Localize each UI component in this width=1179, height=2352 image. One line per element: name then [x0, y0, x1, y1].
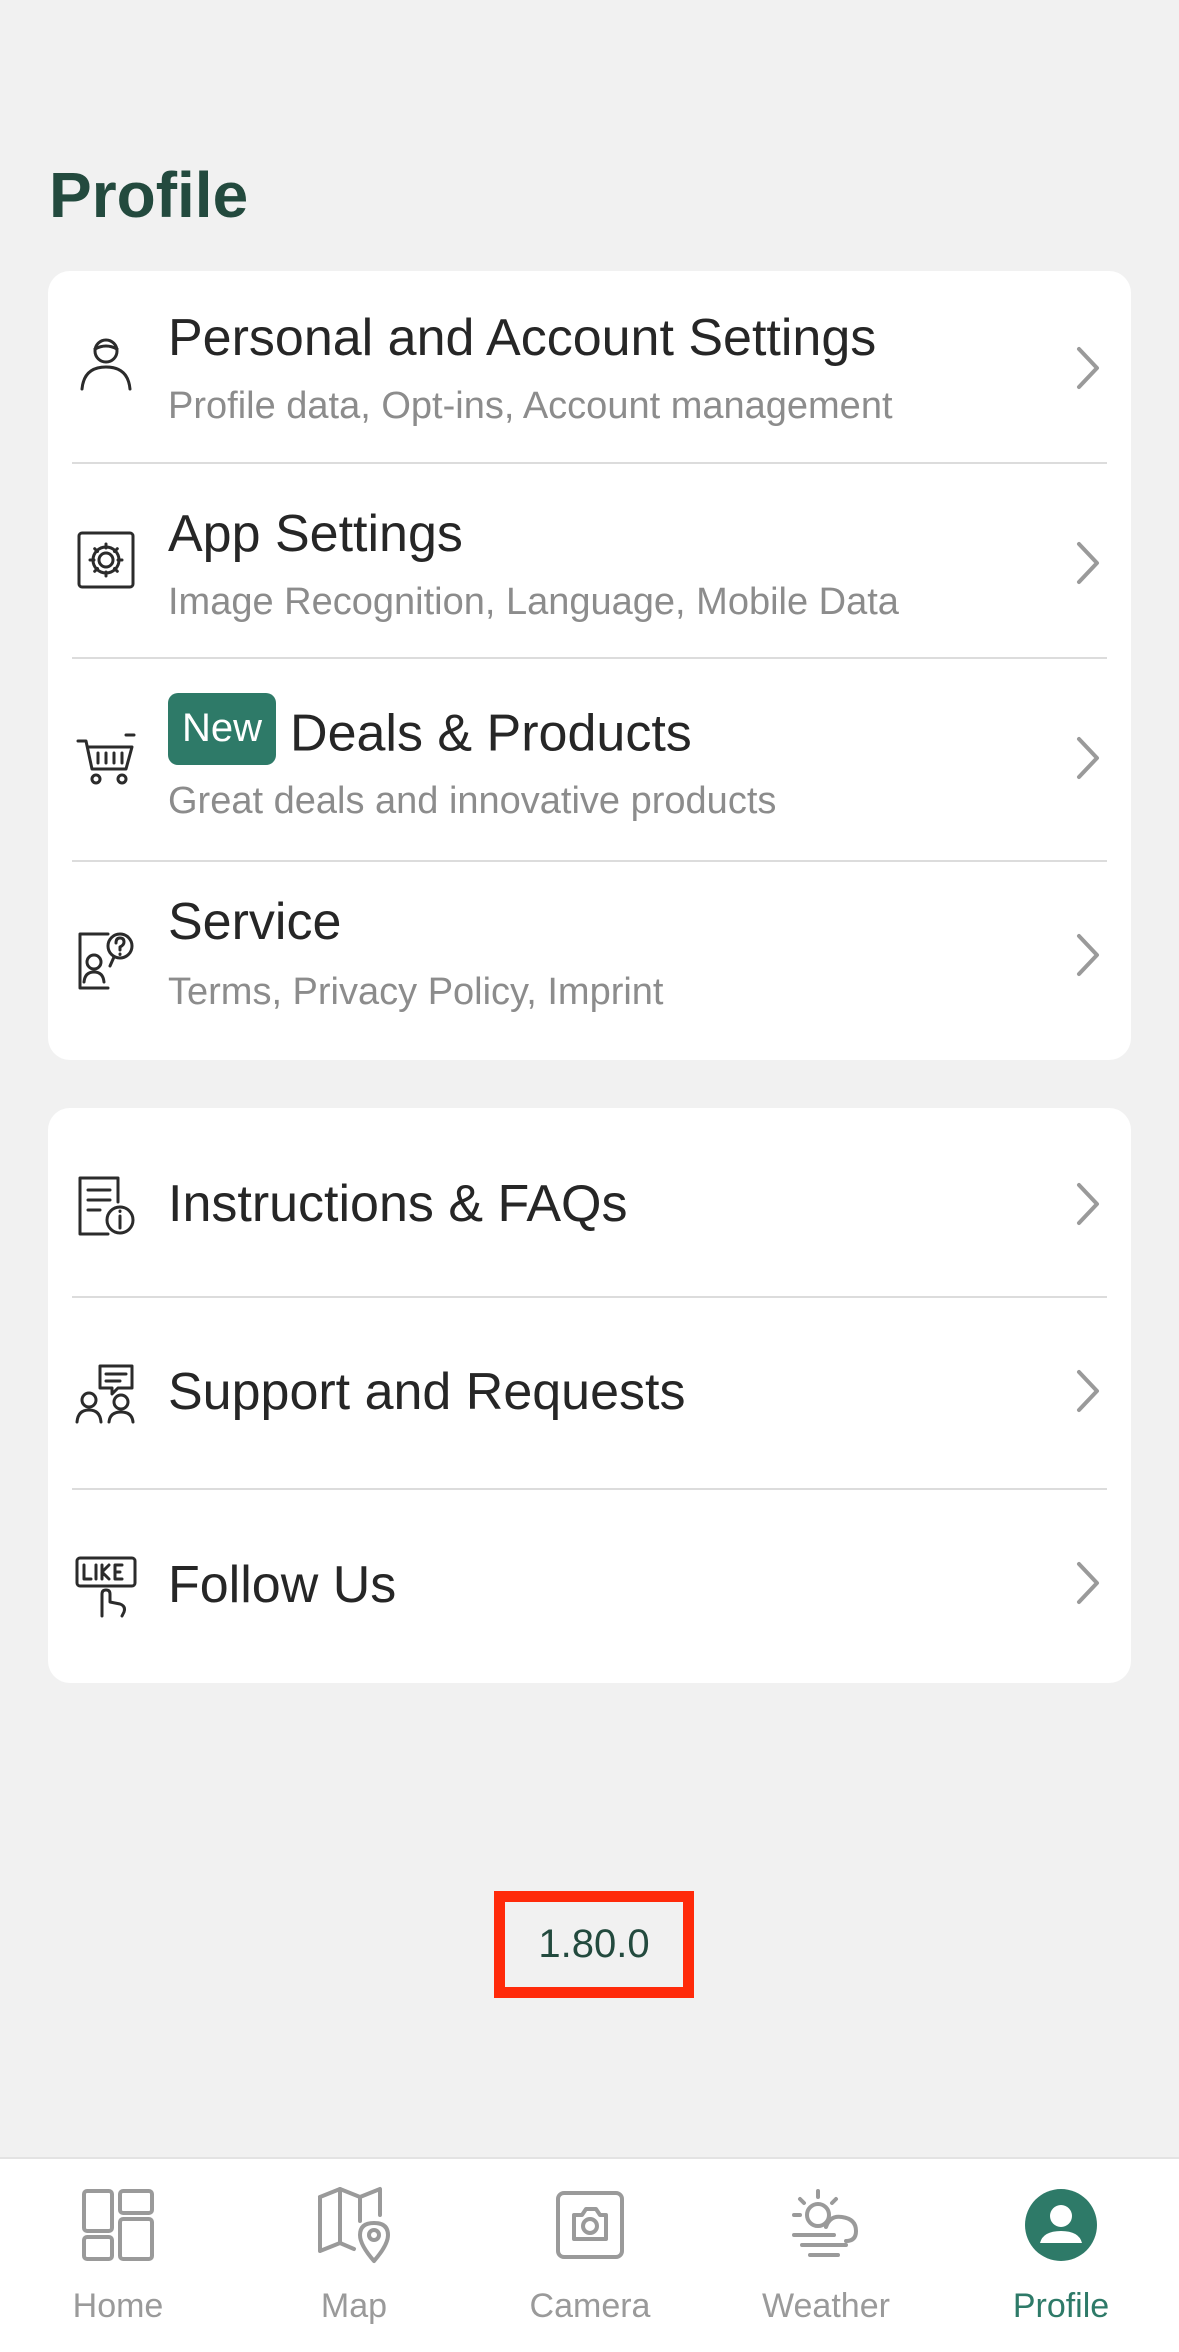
weather-icon — [786, 2185, 866, 2265]
tab-label: Home — [72, 2287, 164, 2325]
profile-screen: Profile Personal and Account Settings Pr… — [0, 0, 1179, 2352]
home-grid-icon — [78, 2185, 158, 2265]
tab-map[interactable]: Map — [236, 2159, 472, 2352]
chevron-right-icon — [1073, 1368, 1103, 1414]
page-title: Profile — [49, 159, 249, 231]
app-settings-row[interactable]: App Settings Image Recognition, Language… — [48, 464, 1131, 659]
bottom-tab-bar: Home Map Camera Weather Profile — [0, 2157, 1179, 2352]
chevron-right-icon — [1073, 932, 1103, 978]
map-icon — [314, 2185, 394, 2265]
row-title: Deals & Products — [290, 704, 692, 763]
settings-card: Personal and Account Settings Profile da… — [48, 271, 1131, 1060]
new-badge: New — [168, 693, 277, 766]
camera-icon — [550, 2185, 630, 2265]
tab-weather[interactable]: Weather — [708, 2159, 944, 2352]
row-title: Service — [168, 893, 342, 951]
row-subtitle: Terms, Privacy Policy, Imprint — [168, 971, 664, 1013]
app-version: 1.80.0 — [538, 1922, 650, 1966]
support-icon — [74, 1362, 138, 1426]
tab-camera[interactable]: Camera — [472, 2159, 708, 2352]
row-title: App Settings — [168, 505, 463, 563]
tab-profile[interactable]: Profile — [943, 2159, 1179, 2352]
chevron-right-icon — [1073, 345, 1103, 391]
chevron-right-icon — [1073, 735, 1103, 781]
service-icon — [74, 928, 138, 992]
chevron-right-icon — [1073, 1181, 1103, 1227]
support-requests-row[interactable]: Support and Requests — [48, 1298, 1131, 1490]
chevron-right-icon — [1073, 540, 1103, 586]
document-info-icon — [74, 1174, 138, 1238]
like-icon — [74, 1554, 138, 1618]
chevron-right-icon — [1073, 1560, 1103, 1606]
row-title-with-badge: New Deals & Products — [168, 689, 692, 774]
tab-label: Camera — [529, 2287, 651, 2325]
tab-label: Weather — [762, 2287, 890, 2325]
service-row[interactable]: Service Terms, Privacy Policy, Imprint — [48, 862, 1131, 1060]
row-title: Support and Requests — [168, 1363, 686, 1421]
row-title: Personal and Account Settings — [168, 309, 877, 367]
row-title: Instructions & FAQs — [168, 1175, 628, 1233]
version-highlight-box: 1.80.0 — [494, 1891, 694, 1998]
row-subtitle: Profile data, Opt-ins, Account managemen… — [168, 385, 893, 427]
row-title: Follow Us — [168, 1556, 397, 1614]
tab-label: Profile — [1012, 2287, 1110, 2325]
gear-icon — [74, 528, 138, 592]
tab-home[interactable]: Home — [0, 2159, 236, 2352]
tab-label: Map — [320, 2287, 388, 2325]
row-subtitle: Image Recognition, Language, Mobile Data — [168, 581, 899, 623]
instructions-faqs-row[interactable]: Instructions & FAQs — [48, 1108, 1131, 1297]
row-subtitle: Great deals and innovative products — [168, 780, 777, 822]
deals-products-row[interactable]: New Deals & Products Great deals and inno… — [48, 659, 1131, 863]
follow-us-row[interactable]: Follow Us — [48, 1490, 1131, 1683]
cart-icon — [74, 729, 138, 793]
user-icon — [74, 331, 138, 395]
profile-icon — [1021, 2185, 1101, 2265]
help-card: Instructions & FAQs Support and Requests — [48, 1108, 1131, 1683]
personal-account-settings-row[interactable]: Personal and Account Settings Profile da… — [48, 271, 1131, 466]
